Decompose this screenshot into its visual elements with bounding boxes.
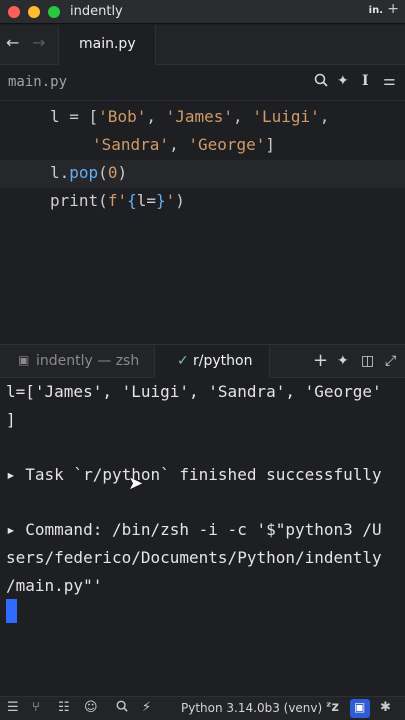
- status-bar: ☰ ⑂ ☷ ☺ ⚡ Python 3.14.0b3 (venv) ᶻz ▣ ✱: [0, 696, 405, 720]
- terminal-line: /main.py"': [6, 576, 103, 595]
- git-branch-icon[interactable]: ⑂: [32, 700, 40, 715]
- terminal-output[interactable]: l=['James', 'Luigi', 'Sandra', 'George' …: [0, 378, 405, 696]
- terminal-icon: ▣: [354, 700, 366, 714]
- terminal-tab-python[interactable]: ✓ r/python: [155, 345, 270, 378]
- maximize-window-button[interactable]: [48, 6, 60, 18]
- terminal-tab-label: r/python: [193, 353, 253, 369]
- terminal-line: sers/federico/Documents/Python/indently: [6, 548, 382, 567]
- back-arrow-icon[interactable]: ←: [6, 33, 19, 52]
- terminal-line: ]: [6, 410, 16, 429]
- ai-assist-icon[interactable]: ✦: [337, 73, 349, 89]
- terminal-line: ▸ Command: /bin/zsh -i -c '$"python3 /U: [6, 520, 382, 539]
- sidebar-toggle-icon[interactable]: ☰: [7, 700, 19, 715]
- tab-bar: ← → main.py: [0, 25, 405, 65]
- outline-icon[interactable]: ☷: [58, 700, 70, 715]
- terminal-icon: ▣: [18, 353, 30, 367]
- settings-sliders-icon[interactable]: ⚌: [383, 73, 396, 89]
- tab-main-py[interactable]: main.py: [58, 25, 156, 65]
- terminal-toggle-button[interactable]: ▣: [350, 699, 370, 718]
- terminal-tab-zsh[interactable]: ▣ indently — zsh: [0, 345, 155, 378]
- close-window-button[interactable]: [8, 6, 20, 18]
- mouse-pointer-icon: ➤: [128, 473, 144, 494]
- terminal-tab-label: indently — zsh: [36, 353, 140, 369]
- forward-arrow-icon[interactable]: →: [32, 33, 45, 52]
- ai-assist-icon[interactable]: ✦: [337, 353, 349, 369]
- terminal-tab-bar: ▣ indently — zsh ✓ r/python + ✦ ◫ ⤢: [0, 344, 405, 378]
- terminal-line: l=['James', 'Luigi', 'Sandra', 'George': [6, 382, 382, 401]
- code-line-2: 'Sandra', 'George']: [92, 135, 276, 154]
- minimize-window-button[interactable]: [28, 6, 40, 18]
- maximize-icon[interactable]: ⤢: [385, 353, 396, 369]
- sleep-icon[interactable]: ᶻz: [326, 700, 339, 715]
- add-icon[interactable]: +: [387, 1, 399, 17]
- search-icon[interactable]: [116, 700, 128, 716]
- file-breadcrumb[interactable]: main.py: [8, 74, 67, 90]
- code-line-3: l.pop(0): [50, 163, 128, 182]
- check-icon: ✓: [177, 353, 189, 369]
- window-title: indently: [70, 4, 123, 19]
- search-icon[interactable]: [314, 73, 328, 91]
- python-version[interactable]: Python 3.14.0b3 (venv): [181, 701, 322, 715]
- code-editor[interactable]: l = ['Bob', 'James', 'Luigi', 'Sandra', …: [0, 101, 405, 344]
- project-badge[interactable]: in.: [369, 5, 383, 16]
- split-pane-icon[interactable]: ◫: [361, 353, 374, 369]
- terminal-cursor: [6, 599, 17, 623]
- debug-icon[interactable]: ✱: [380, 700, 391, 715]
- code-line-4: print(f'{l=}'): [50, 191, 185, 210]
- file-header: main.py ✦ I ⚌: [0, 65, 405, 101]
- new-terminal-icon[interactable]: +: [313, 350, 328, 371]
- collab-icon[interactable]: ☺: [84, 700, 98, 715]
- code-line-1: l = ['Bob', 'James', 'Luigi',: [50, 107, 330, 126]
- text-cursor-icon[interactable]: I: [362, 73, 369, 89]
- tab-label: main.py: [79, 36, 136, 52]
- title-bar: indently in. +: [0, 0, 405, 24]
- lightning-icon[interactable]: ⚡: [142, 700, 151, 715]
- terminal-line: ▸ Task `r/python` finished successfully: [6, 465, 382, 484]
